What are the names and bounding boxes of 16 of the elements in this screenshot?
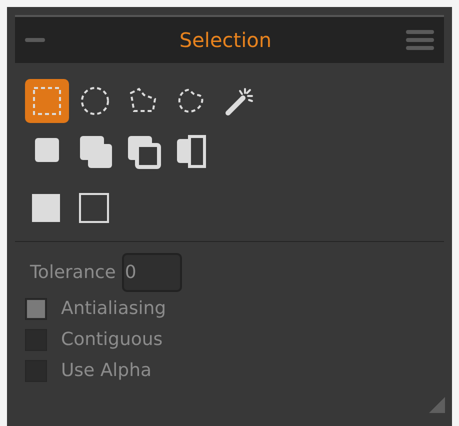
rectangle-select-icon — [31, 85, 63, 117]
panel-title: Selection — [179, 27, 272, 54]
tolerance-field[interactable]: 0 — [122, 253, 182, 292]
resize-grip-icon[interactable] — [429, 397, 445, 413]
subtract-mode-icon[interactable] — [127, 135, 161, 169]
ellipse-select-icon — [79, 85, 111, 117]
option-label: Use Alpha — [61, 359, 152, 383]
option-label: Contiguous — [61, 328, 163, 352]
magic-wand-icon — [223, 85, 255, 117]
add-mode-icon[interactable] — [79, 135, 113, 169]
outline-square-icon[interactable] — [79, 193, 109, 223]
option-label: Antialiasing — [61, 297, 166, 321]
intersect-mode-icon[interactable] — [175, 135, 209, 169]
checkbox[interactable] — [25, 298, 47, 320]
tolerance-label: Tolerance — [30, 261, 116, 285]
filled-square-icon[interactable] — [31, 193, 61, 223]
